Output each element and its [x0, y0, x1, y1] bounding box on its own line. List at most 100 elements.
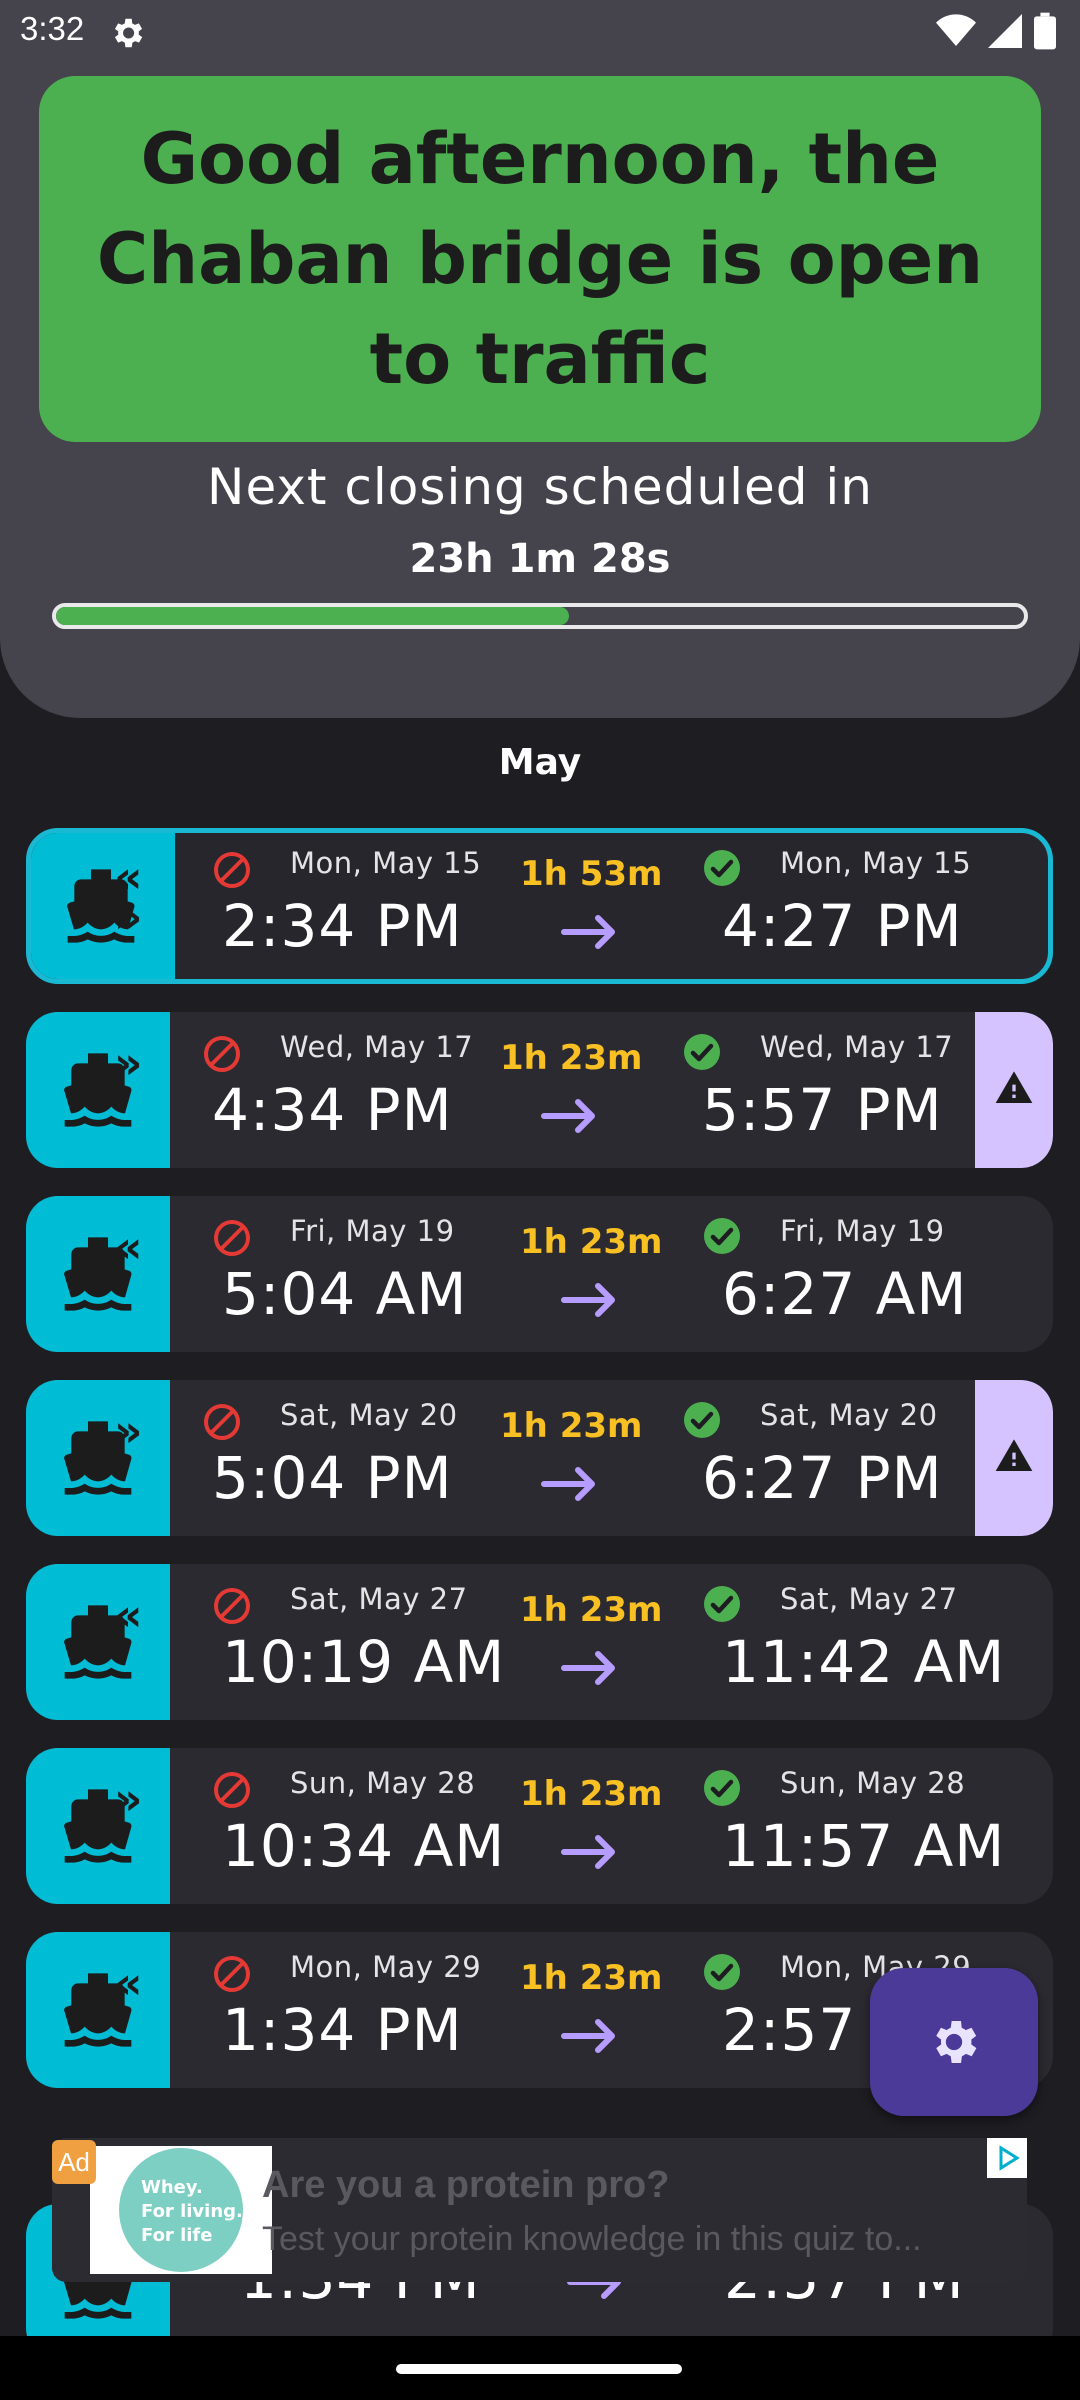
inbound-chevron-icon: «: [114, 1590, 143, 1641]
status-bar: 3:32: [0, 0, 1080, 64]
open-icon: [702, 1216, 742, 1256]
close-date: Sun, May 28: [290, 1766, 476, 1800]
open-date: Wed, May 17: [760, 1030, 954, 1064]
close-time: 5:04 PM: [212, 1444, 453, 1512]
inbound-chevron-icon: «: [114, 1958, 143, 2009]
status-time: 3:32: [20, 10, 85, 47]
closure-duration: 1h 23m: [520, 1774, 663, 1814]
closed-icon: [202, 1402, 242, 1442]
close-time: 5:04 AM: [222, 1260, 468, 1328]
open-time: 11:42 AM: [722, 1628, 1006, 1696]
closure-duration: 1h 53m: [520, 854, 663, 894]
boat-direction-icon: [26, 1012, 170, 1168]
warning-icon: [994, 1068, 1034, 1112]
closing-row[interactable]: » Wed, May 17 4:34 PM 1h 23m Wed, May 17 5:57…: [26, 1012, 1053, 1168]
open-icon: [682, 1032, 722, 1072]
bridge-status-banner: Good afternoon, the Chaban bridge is ope…: [39, 76, 1041, 442]
closing-row[interactable]: « Sat, May 27 10:19 AM 1h 23m Sat, May 27 11:…: [26, 1564, 1053, 1720]
gear-icon: [936, 2021, 977, 2063]
boat-direction-icon: [31, 833, 175, 979]
warning-button[interactable]: [975, 1380, 1053, 1536]
boat-direction-icon: [26, 1564, 170, 1720]
closure-duration: 1h 23m: [500, 1038, 643, 1078]
open-time: 4:27 PM: [722, 892, 963, 960]
closure-duration: 1h 23m: [500, 1406, 643, 1446]
close-date: Sat, May 20: [280, 1398, 458, 1432]
open-time: 11:57 AM: [722, 1812, 1006, 1880]
boat-direction-icon: [26, 1196, 170, 1352]
arrow-right-icon: [540, 1464, 600, 1504]
closed-icon: [202, 1034, 242, 1074]
bridge-status-text: Good afternoon, the Chaban bridge is ope…: [96, 118, 984, 400]
ad-banner[interactable]: Whey. For living. For life Ad Are you a …: [52, 2138, 1027, 2282]
open-icon: [702, 1584, 742, 1624]
next-closing-label: Next closing scheduled in: [207, 458, 873, 516]
open-icon: [702, 848, 742, 888]
open-icon: [682, 1400, 722, 1440]
adchoices-icon[interactable]: [987, 2138, 1027, 2178]
close-date: Sat, May 27: [290, 1582, 468, 1616]
ad-description[interactable]: Test your protein knowledge in this quiz…: [262, 2220, 922, 2259]
settings-status-icon: [114, 18, 143, 48]
closed-icon: [212, 1770, 252, 1810]
closed-icon: [212, 1586, 252, 1626]
close-date: Mon, May 15: [290, 846, 482, 880]
outbound-chevron-icon: »: [114, 1406, 143, 1457]
closing-row[interactable]: » Sat, May 20 5:04 PM 1h 23m Sat, May 20 6:27…: [26, 1380, 1053, 1536]
closure-duration: 1h 23m: [520, 1958, 663, 1998]
closed-icon: [212, 1218, 252, 1258]
ad-image-text: Whey. For living. For life: [119, 2148, 243, 2272]
closing-row[interactable]: «» Mon, May 15 2:34 PM 1h 53m Mon, May 15 4:2…: [26, 828, 1053, 984]
close-time: 10:19 AM: [222, 1628, 506, 1696]
warning-icon: [994, 1436, 1034, 1480]
close-date: Mon, May 29: [290, 1950, 482, 1984]
progress-fill: [56, 607, 570, 625]
arrow-right-icon: [540, 1096, 600, 1136]
close-time: 4:34 PM: [212, 1076, 453, 1144]
close-time: 1:34 PM: [222, 1996, 463, 2064]
next-closing-progress: [52, 603, 1028, 629]
settings-fab[interactable]: [870, 1968, 1038, 2116]
close-time: 10:34 AM: [222, 1812, 506, 1880]
month-header: May: [498, 742, 582, 783]
home-handle[interactable]: [396, 2364, 682, 2374]
open-icon: [702, 1952, 742, 1992]
ad-title[interactable]: Are you a protein pro?: [262, 2164, 669, 2207]
close-date: Wed, May 17: [280, 1030, 474, 1064]
navigation-bar: [0, 2336, 1080, 2400]
closing-row[interactable]: » Sun, May 28 10:34 AM 1h 23m Sun, May 28 11:…: [26, 1748, 1053, 1904]
close-date: Fri, May 19: [290, 1214, 455, 1248]
open-time: 6:27 PM: [702, 1444, 943, 1512]
closing-row[interactable]: « Fri, May 19 5:04 AM 1h 23m Fri, May 19 6:27…: [26, 1196, 1053, 1352]
boat-direction-icon: [26, 1380, 170, 1536]
boat-direction-icon: [26, 1748, 170, 1904]
open-time: 6:27 AM: [722, 1260, 968, 1328]
open-date: Sun, May 28: [780, 1766, 966, 1800]
closure-duration: 1h 23m: [520, 1590, 663, 1630]
closure-duration: 1h 23m: [520, 1222, 663, 1262]
inbound-chevron-icon: «: [114, 1222, 143, 1273]
open-date: Fri, May 19: [780, 1214, 945, 1248]
ad-badge: Ad: [52, 2140, 96, 2184]
battery-icon: [1034, 12, 1056, 50]
warning-button[interactable]: [975, 1012, 1053, 1168]
ad-image[interactable]: Whey. For living. For life: [90, 2146, 272, 2274]
open-date: Sat, May 20: [760, 1398, 938, 1432]
closed-icon: [212, 850, 252, 890]
boat-direction-icon: [26, 1932, 170, 2088]
open-date: Mon, May 15: [780, 846, 972, 880]
close-time: 2:34 PM: [222, 892, 463, 960]
open-date: Sat, May 27: [780, 1582, 958, 1616]
arrow-right-icon: [560, 1280, 620, 1320]
arrow-right-icon: [560, 1832, 620, 1872]
next-closing-countdown: 23h 1m 28s: [409, 536, 671, 582]
wifi-icon: [936, 14, 976, 46]
open-icon: [702, 1768, 742, 1808]
closed-icon: [212, 1954, 252, 1994]
arrow-right-icon: [560, 1648, 620, 1688]
arrow-right-icon: [560, 912, 620, 952]
signal-icon: [988, 14, 1022, 48]
open-time: 5:57 PM: [702, 1076, 943, 1144]
arrow-right-icon: [560, 2016, 620, 2056]
outbound-chevron-icon: »: [114, 892, 143, 943]
